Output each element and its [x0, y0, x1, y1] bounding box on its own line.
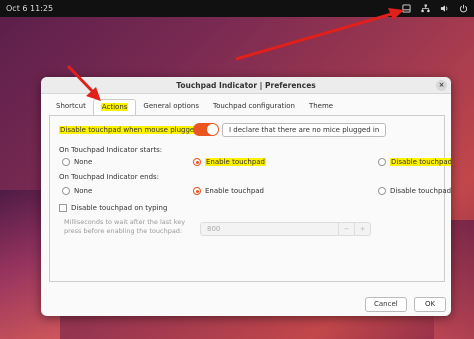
ms-wait-value[interactable]: 800: [201, 225, 338, 233]
radio-circle: [193, 158, 201, 166]
dialog-titlebar[interactable]: Touchpad Indicator | Preferences ×: [41, 77, 451, 94]
tab-theme[interactable]: Theme: [302, 99, 340, 115]
volume-icon[interactable]: [440, 4, 449, 13]
radio-circle: [62, 158, 70, 166]
start-radio-none[interactable]: None: [62, 158, 92, 166]
system-tray: [402, 0, 468, 17]
ok-button[interactable]: OK: [414, 297, 446, 312]
radio-circle: [378, 187, 386, 195]
power-icon[interactable]: [459, 4, 468, 13]
radio-circle: [378, 158, 386, 166]
tab-touchpad-configuration[interactable]: Touchpad configuration: [206, 99, 302, 115]
ms-wait-spinbutton: 800 − +: [200, 222, 371, 236]
start-radio-enable[interactable]: Enable touchpad: [193, 158, 266, 166]
increment-button[interactable]: +: [354, 223, 370, 235]
declare-no-mice-button[interactable]: I declare that there are no mice plugged…: [222, 123, 387, 137]
cancel-button[interactable]: Cancel: [365, 297, 407, 312]
on-start-label: On Touchpad Indicator starts:: [59, 146, 163, 154]
end-radio-enable[interactable]: Enable touchpad: [193, 187, 264, 195]
end-radio-none[interactable]: None: [62, 187, 92, 195]
checkbox-box: [59, 204, 67, 212]
radio-circle: [62, 187, 70, 195]
end-radio-disable[interactable]: Disable touchpad: [378, 187, 451, 195]
ms-wait-label: Milliseconds to wait after the last key …: [64, 218, 186, 235]
tab-shortcut[interactable]: Shortcut: [49, 99, 93, 115]
top-bar: Oct 6 11:25: [0, 0, 474, 17]
tab-actions[interactable]: Actions: [92, 99, 137, 115]
tab-general-options[interactable]: General options: [136, 99, 206, 115]
touchpad-indicator-icon[interactable]: [402, 4, 411, 13]
on-end-label: On Touchpad Indicator ends:: [59, 173, 160, 181]
actions-panel: Disable touchpad when mouse plugged I de…: [49, 115, 451, 282]
network-icon[interactable]: [421, 4, 430, 13]
radio-circle: [193, 187, 201, 195]
disable-when-mouse-label: Disable touchpad when mouse plugged: [59, 126, 200, 134]
decrement-button[interactable]: −: [338, 223, 354, 235]
disable-on-typing-checkbox[interactable]: Disable touchpad on typing: [59, 204, 167, 212]
clock[interactable]: Oct 6 11:25: [6, 4, 53, 13]
toggle-knob: [207, 124, 218, 135]
close-button[interactable]: ×: [436, 80, 447, 91]
dialog-title: Touchpad Indicator | Preferences: [176, 80, 316, 90]
preferences-dialog: Touchpad Indicator | Preferences × Short…: [41, 77, 451, 316]
start-radio-disable[interactable]: Disable touchpad: [378, 158, 451, 166]
disable-when-mouse-toggle[interactable]: [193, 123, 219, 136]
tab-bar: Shortcut Actions General options Touchpa…: [49, 99, 340, 115]
